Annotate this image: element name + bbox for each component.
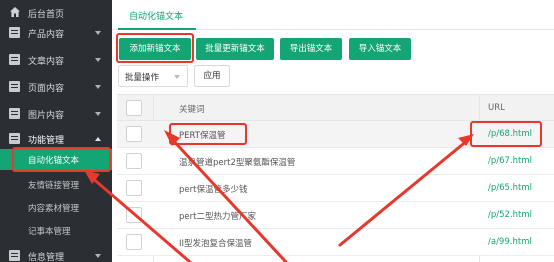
column-header-keyword: 关键词 — [179, 105, 205, 115]
sidebar-item-label: 页面内容 — [28, 84, 65, 94]
table-header: 关键词 URL — [117, 94, 554, 121]
chevron-down-icon — [95, 112, 101, 116]
batch-action-select[interactable]: 批量操作 — [118, 65, 188, 87]
sidebar-subitem-friend-links[interactable]: 友情链接管理 — [0, 174, 112, 195]
sidebar-item-articles[interactable]: 文章内容 — [0, 47, 112, 73]
row-checkbox[interactable] — [126, 126, 142, 142]
export-button[interactable]: 导出锚文本 — [280, 38, 342, 60]
tab-auto-anchor[interactable]: 自动化锚文本 — [118, 0, 196, 30]
sidebar-item-label: 后台首页 — [28, 10, 65, 20]
keyword-cell: PERT保温管 — [179, 131, 226, 141]
url-link[interactable]: /p/52.html — [488, 210, 532, 220]
select-all-checkbox[interactable] — [126, 100, 142, 116]
sidebar-item-label: 图片内容 — [28, 111, 65, 121]
import-button[interactable]: 导入锚文本 — [349, 38, 411, 60]
sidebar-subitem-label: 友情链接管理 — [28, 181, 80, 191]
url-link[interactable]: /p/67.html — [488, 156, 532, 166]
image-icon — [9, 108, 20, 119]
batch-update-button[interactable]: 批量更新锚文本 — [196, 38, 274, 60]
keyword-cell: pert保温管多少钱 — [179, 185, 248, 195]
message-icon — [9, 250, 20, 261]
sidebar-item-pages[interactable]: 页面内容 — [0, 74, 112, 100]
chevron-down-icon — [95, 31, 101, 35]
sidebar-item-info[interactable]: 信息管理 — [0, 243, 112, 262]
document-icon — [9, 54, 20, 65]
keyword-cell: pert二型热力管厂家 — [179, 212, 256, 222]
sidebar-subitem-label: 内容素材管理 — [28, 204, 80, 214]
row-checkbox[interactable] — [126, 153, 142, 169]
add-anchor-button[interactable]: 添加新锚文本 — [119, 38, 191, 60]
main-content: 自动化锚文本 添加新锚文本 批量更新锚文本 导出锚文本 导入锚文本 批量操作 应… — [112, 0, 554, 262]
row-checkbox[interactable] — [126, 180, 142, 196]
sidebar-item-products[interactable]: 产品内容 — [0, 20, 112, 46]
chevron-down-icon — [95, 254, 101, 258]
sidebar-subitem-auto-anchor[interactable]: 自动化锚文本 — [0, 149, 112, 170]
table-row[interactable]: 温泉管道pert2型聚氨酯保温管 /p/67.html — [117, 148, 554, 175]
sidebar-item-label: 文章内容 — [28, 57, 65, 67]
sidebar-item-images[interactable]: 图片内容 — [0, 101, 112, 127]
chevron-down-icon — [174, 75, 180, 79]
url-link[interactable]: /p/68.html — [488, 129, 532, 139]
column-header-url: URL — [488, 103, 505, 113]
table-row[interactable]: PERT保温管 /p/68.html — [117, 121, 554, 148]
sidebar-subitem-label: 自动化锚文本 — [28, 156, 80, 166]
tab-label: 自动化锚文本 — [129, 12, 184, 22]
keyword-cell: 温泉管道pert2型聚氨酯保温管 — [179, 158, 296, 168]
function-icon — [9, 133, 20, 144]
row-checkbox[interactable] — [126, 234, 142, 250]
tab-bar: 自动化锚文本 — [112, 0, 554, 30]
sidebar-item-label: 信息管理 — [28, 253, 65, 262]
chevron-down-icon — [95, 85, 101, 89]
url-link[interactable]: /p/65.html — [488, 183, 532, 193]
sidebar-item-label: 功能管理 — [28, 136, 65, 146]
home-icon — [10, 7, 20, 17]
list-icon — [9, 27, 20, 38]
sidebar-item-label: 产品内容 — [28, 30, 65, 40]
sidebar-subitem-materials[interactable]: 内容素材管理 — [0, 197, 112, 218]
page-icon — [9, 81, 20, 92]
sidebar: 后台首页 产品内容 文章内容 页面内容 图片内容 功能管理 自动化锚文本 友情链… — [0, 0, 112, 262]
apply-button[interactable]: 应用 — [194, 65, 230, 87]
batch-action-value: 批量操作 — [125, 73, 160, 83]
url-link[interactable]: /a/99.html — [488, 237, 532, 247]
sidebar-subitem-notepad[interactable]: 记事本管理 — [0, 220, 112, 241]
table-row[interactable]: II型发泡复合保温管 /a/99.html — [117, 229, 554, 256]
sidebar-subitem-label: 记事本管理 — [28, 227, 71, 237]
keyword-cell: II型发泡复合保温管 — [179, 239, 253, 249]
table-row[interactable]: pert二型热力管厂家 /p/52.html — [117, 202, 554, 229]
table-row[interactable]: pert保温管多少钱 /p/65.html — [117, 175, 554, 202]
row-checkbox[interactable] — [126, 207, 142, 223]
chevron-up-icon — [95, 137, 101, 141]
chevron-down-icon — [95, 58, 101, 62]
